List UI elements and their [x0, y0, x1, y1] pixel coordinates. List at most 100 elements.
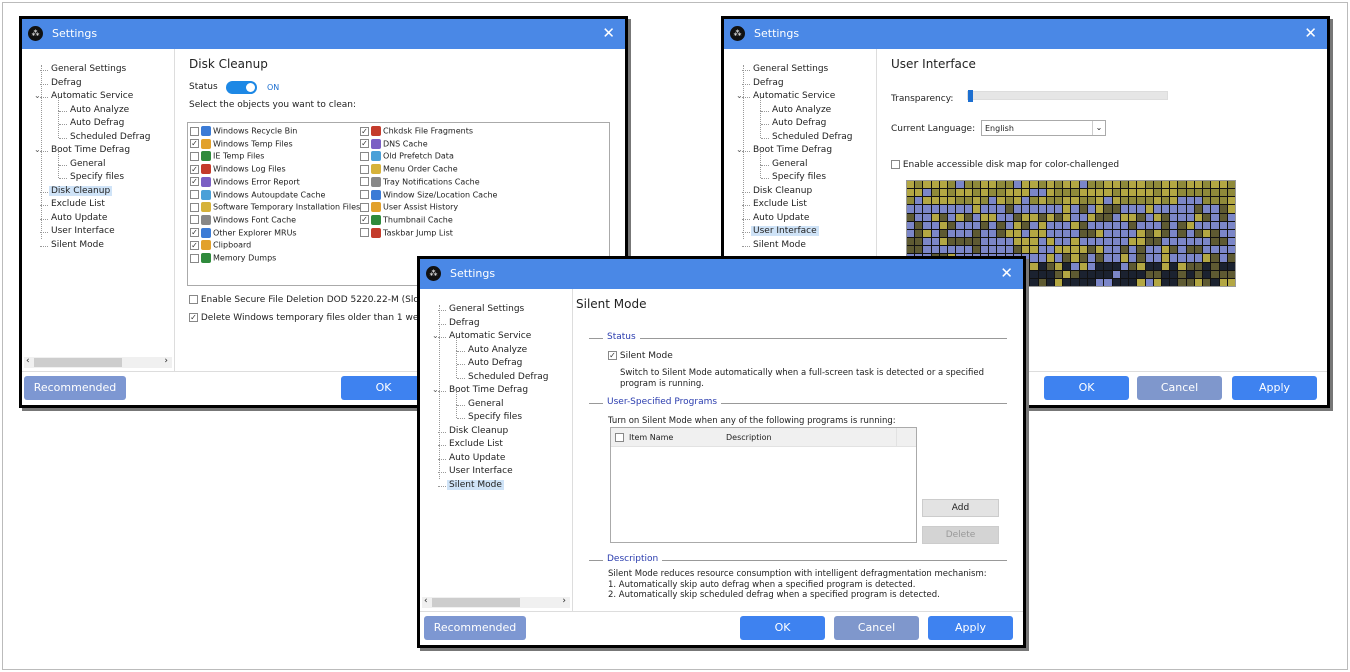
tree-item-general[interactable]: General [68, 159, 107, 169]
column-description[interactable]: Description [726, 433, 772, 442]
item-checkbox[interactable] [360, 126, 369, 136]
scroll-left-icon[interactable]: ‹ [26, 356, 30, 366]
item-checkbox[interactable] [190, 190, 199, 199]
item-checkbox[interactable] [360, 215, 369, 225]
item-checkbox[interactable] [190, 139, 199, 149]
chevron-down-icon[interactable]: ⌄ [1092, 121, 1105, 135]
ok-button[interactable]: OK [341, 376, 426, 400]
tree-item-scheduled-defrag[interactable]: Scheduled Defrag [466, 372, 551, 382]
tree-item-boot-time-defrag[interactable]: Boot Time Defrag [751, 145, 834, 155]
tree-item-silent-mode[interactable]: Silent Mode [49, 240, 106, 250]
tree-item-auto-update[interactable]: Auto Update [447, 453, 507, 463]
tree-item-disk-cleanup[interactable]: Disk Cleanup [49, 185, 113, 196]
chevron-down-icon[interactable]: ⌄ [736, 91, 743, 100]
chevron-down-icon[interactable]: ⌄ [34, 91, 41, 100]
tree-item-boot-time-defrag[interactable]: Boot Time Defrag [49, 145, 132, 155]
tree-item-auto-analyze[interactable]: Auto Analyze [68, 105, 131, 115]
chevron-down-icon[interactable]: ⌄ [736, 145, 743, 154]
apply-button[interactable]: Apply [1232, 376, 1317, 400]
recommended-button[interactable]: Recommended [424, 616, 526, 640]
item-checkbox[interactable] [360, 164, 369, 174]
delete-older-checkbox[interactable] [189, 313, 198, 322]
item-checkbox[interactable] [190, 215, 199, 225]
cleanup-item[interactable]: Windows Font Cache [190, 214, 296, 225]
cleanup-item[interactable]: User Assist History [360, 202, 458, 213]
add-button[interactable]: Add [922, 499, 999, 517]
tree-item-exclude-list[interactable]: Exclude List [447, 439, 505, 449]
status-toggle[interactable] [226, 81, 257, 94]
close-icon[interactable]: ✕ [1000, 264, 1013, 282]
item-checkbox[interactable] [360, 177, 369, 187]
cleanup-item[interactable]: Thumbnail Cache [360, 214, 453, 225]
chevron-down-icon[interactable]: ⌄ [34, 145, 41, 154]
item-checkbox[interactable] [360, 190, 369, 199]
secure-deletion-option[interactable]: Enable Secure File Deletion DOD 5220.22-… [189, 295, 439, 305]
tree-item-disk-cleanup[interactable]: Disk Cleanup [751, 186, 814, 196]
tree-item-general-settings[interactable]: General Settings [751, 64, 830, 74]
cleanup-item[interactable]: Window Size/Location Cache [360, 189, 497, 200]
transparency-slider[interactable] [967, 90, 1168, 102]
tree-item-user-interface[interactable]: User Interface [751, 226, 819, 236]
tree-item-automatic-service[interactable]: Automatic Service [447, 331, 533, 341]
tree-item-exclude-list[interactable]: Exclude List [751, 199, 809, 209]
tree-item-defrag[interactable]: Defrag [447, 318, 482, 328]
cleanup-item[interactable]: Windows Recycle Bin [190, 126, 297, 136]
item-checkbox[interactable] [190, 253, 199, 263]
close-icon[interactable]: ✕ [1304, 24, 1317, 42]
cleanup-item[interactable]: Software Temporary Installation Files [190, 202, 360, 213]
item-checkbox[interactable] [360, 202, 369, 212]
item-checkbox[interactable] [190, 228, 199, 238]
column-item-name[interactable]: Item Name [629, 433, 673, 442]
tree-item-auto-defrag[interactable]: Auto Defrag [466, 358, 524, 368]
tree-item-general[interactable]: General [466, 399, 505, 409]
cleanup-item[interactable]: Windows Autoupdate Cache [190, 189, 325, 200]
accessible-map-checkbox[interactable] [891, 160, 900, 169]
accessible-map-option[interactable]: Enable accessible disk map for color-cha… [891, 160, 1119, 170]
scrollbar-thumb[interactable] [432, 598, 520, 607]
tree-item-specify-files[interactable]: Specify files [770, 172, 828, 182]
tree-item-specify-files[interactable]: Specify files [466, 412, 524, 422]
cleanup-item[interactable]: Clipboard [190, 240, 251, 251]
horizontal-scrollbar[interactable]: ‹› [24, 356, 172, 368]
cleanup-item[interactable]: Taskbar Jump List [360, 227, 453, 238]
tree-item-auto-update[interactable]: Auto Update [49, 213, 109, 223]
scroll-left-icon[interactable]: ‹ [424, 596, 428, 606]
cleanup-item[interactable]: Other Explorer MRUs [190, 227, 297, 238]
close-icon[interactable]: ✕ [602, 24, 615, 42]
tree-item-general-settings[interactable]: General Settings [49, 64, 128, 74]
tree-item-general[interactable]: General [770, 159, 809, 169]
cleanup-item[interactable]: Memory Dumps [190, 253, 276, 263]
item-checkbox[interactable] [190, 126, 199, 136]
delete-older-option[interactable]: Delete Windows temporary files older tha… [189, 313, 429, 323]
cleanup-item[interactable]: IE Temp Files [190, 151, 264, 162]
cleanup-item[interactable]: Old Prefetch Data [360, 151, 454, 162]
language-select[interactable]: English ⌄ [981, 120, 1106, 136]
slider-thumb[interactable] [968, 90, 973, 102]
silent-mode-option[interactable]: Silent Mode [608, 351, 673, 361]
item-checkbox[interactable] [190, 151, 199, 161]
cleanup-item[interactable]: Chkdsk File Fragments [360, 126, 473, 136]
scroll-right-icon[interactable]: › [164, 356, 168, 366]
silent-mode-checkbox[interactable] [608, 351, 617, 360]
tree-item-defrag[interactable]: Defrag [49, 78, 84, 88]
item-checkbox[interactable] [360, 228, 369, 238]
item-checkbox[interactable] [190, 202, 199, 212]
tree-item-automatic-service[interactable]: Automatic Service [49, 91, 135, 101]
select-all-checkbox[interactable] [615, 433, 624, 442]
recommended-button[interactable]: Recommended [24, 376, 126, 400]
chevron-down-icon[interactable]: ⌄ [432, 385, 439, 394]
scrollbar-thumb[interactable] [34, 358, 122, 367]
secure-deletion-checkbox[interactable] [189, 295, 198, 304]
tree-item-automatic-service[interactable]: Automatic Service [751, 91, 837, 101]
tree-item-specify-files[interactable]: Specify files [68, 172, 126, 182]
cleanup-item[interactable]: Windows Log Files [190, 164, 286, 175]
delete-button[interactable]: Delete [922, 526, 999, 544]
tree-item-defrag[interactable]: Defrag [751, 78, 786, 88]
item-checkbox[interactable] [190, 164, 199, 174]
tree-item-user-interface[interactable]: User Interface [49, 226, 117, 236]
horizontal-scrollbar[interactable]: ‹› [422, 596, 570, 608]
ok-button[interactable]: OK [1044, 376, 1129, 400]
cancel-button[interactable]: Cancel [834, 616, 919, 640]
cleanup-item[interactable]: DNS Cache [360, 138, 428, 149]
item-checkbox[interactable] [190, 177, 199, 187]
